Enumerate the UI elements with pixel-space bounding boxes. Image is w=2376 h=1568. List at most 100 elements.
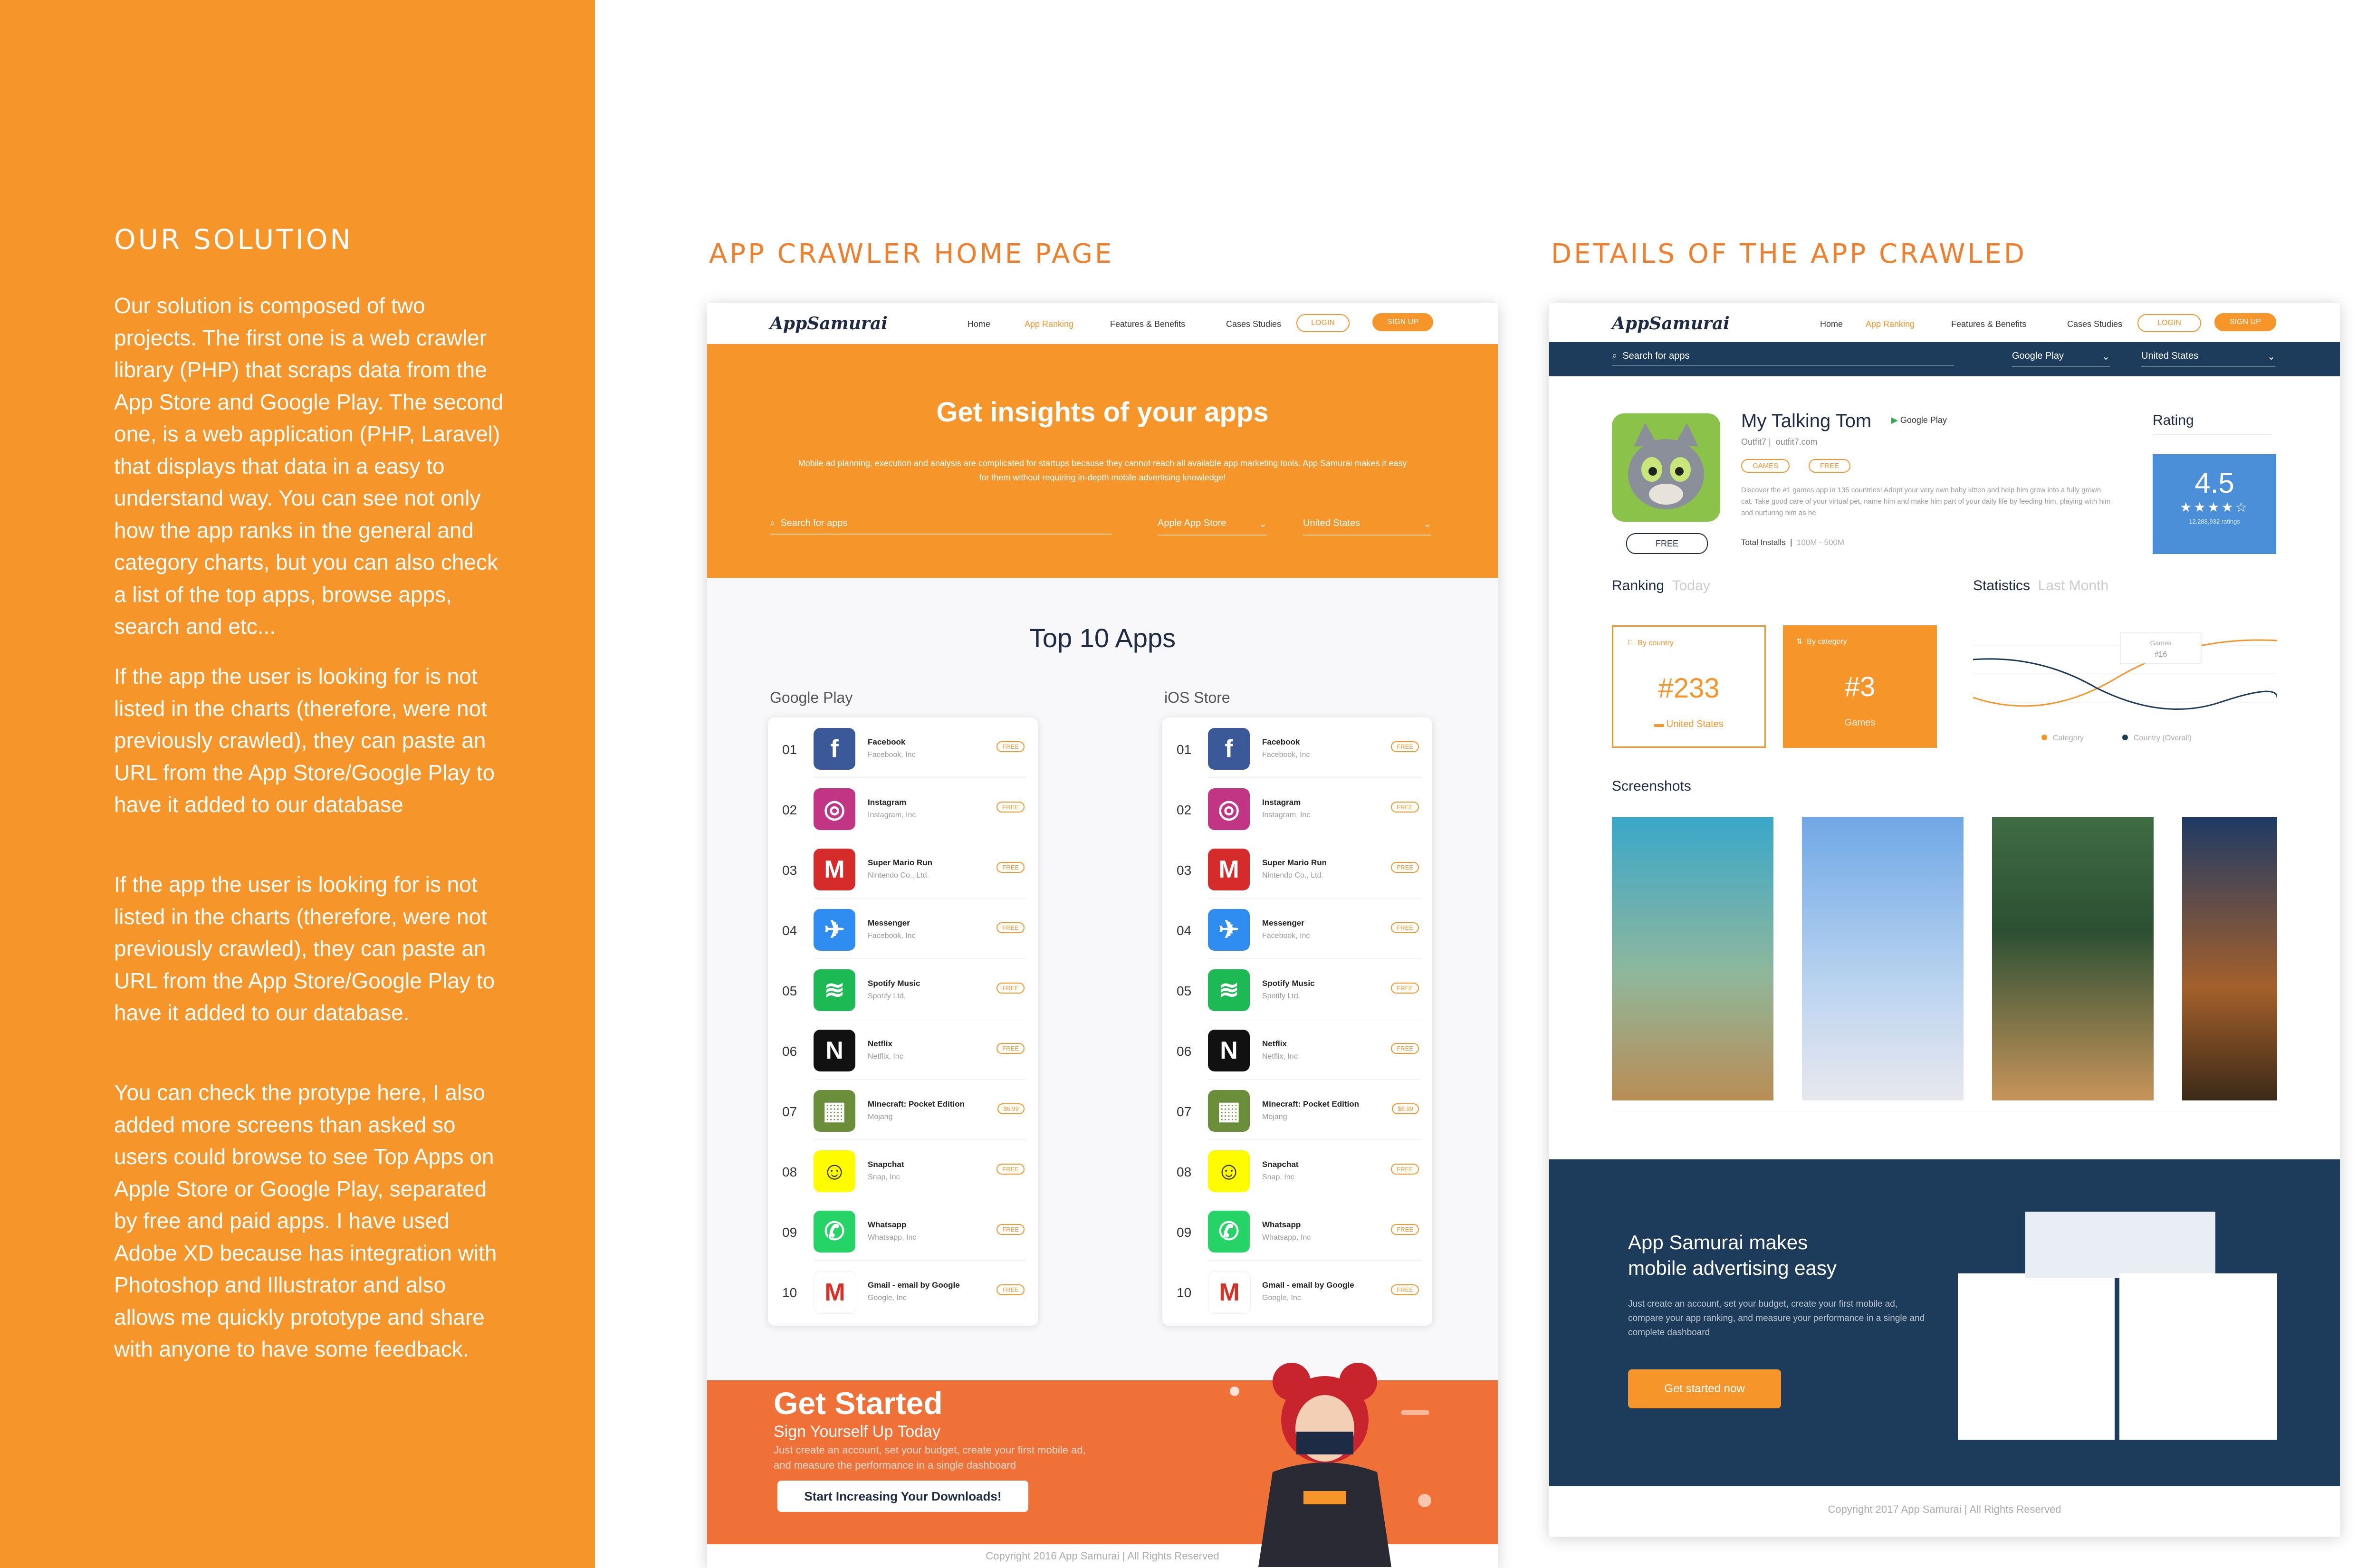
rank-number: 07: [782, 1104, 797, 1119]
details-store-select[interactable]: Google Play ⌄: [2012, 351, 2110, 367]
list-item[interactable]: 06 N Netflix Netflix, Inc FREE: [1162, 1019, 1432, 1080]
app-name: Messenger: [868, 918, 910, 927]
list-item[interactable]: 06 N Netflix Netflix, Inc FREE: [768, 1019, 1038, 1080]
app-name: Snapchat: [1262, 1160, 1299, 1169]
get-started-button[interactable]: Start Increasing Your Downloads!: [777, 1481, 1028, 1512]
hero-title: Get insights of your apps: [936, 397, 1269, 428]
list-item[interactable]: 09 ✆ Whatsapp Whatsapp, Inc FREE: [1162, 1200, 1432, 1261]
details-nav-home[interactable]: Home: [1820, 319, 1843, 329]
price-badge: FREE: [1391, 802, 1419, 813]
app-name: Spotify Music: [1262, 979, 1315, 988]
home-nav-home[interactable]: Home: [968, 319, 990, 329]
list-item[interactable]: 02 ◎ Instagram Instagram, Inc FREE: [1162, 778, 1432, 838]
app-developer: Facebook, Inc: [868, 932, 916, 940]
tag-free[interactable]: FREE: [1809, 459, 1851, 473]
app-name: Minecraft: Pocket Edition: [868, 1100, 965, 1109]
developer-website[interactable]: outfit7.com: [1776, 437, 1818, 447]
details-nav-app-ranking[interactable]: App Ranking: [1866, 319, 1915, 329]
home-nav-features[interactable]: Features & Benefits: [1110, 319, 1185, 329]
details-store-select-value: Google Play: [2012, 351, 2064, 361]
list-item[interactable]: 05 ≋ Spotify Music Spotify Ltd. FREE: [1162, 959, 1432, 1019]
rank-number: 10: [782, 1285, 797, 1300]
home-nav-cases[interactable]: Cases Studies: [1226, 319, 1281, 329]
price-badge: FREE: [1391, 1224, 1419, 1235]
by-country-value: #233: [1658, 673, 1720, 704]
price-badge: FREE: [996, 983, 1025, 994]
list-item[interactable]: 07 ▦ Minecraft: Pocket Edition Mojang $6.99: [768, 1080, 1038, 1140]
price-badge: FREE: [996, 1284, 1025, 1295]
list-item[interactable]: 08 ☺ Snapchat Snap, Inc FREE: [768, 1140, 1038, 1200]
tag-games[interactable]: GAMES: [1741, 459, 1790, 473]
list-item[interactable]: 04 ✈ Messenger Facebook, Inc FREE: [768, 899, 1038, 959]
app-name: Super Mario Run: [868, 858, 933, 867]
promo-get-started-button[interactable]: Get started now: [1628, 1369, 1781, 1408]
solution-paragraph-4: You can check the protype here, I also a…: [114, 1080, 497, 1361]
price-badge: FREE: [996, 922, 1025, 933]
statistics-period[interactable]: Last Month: [2038, 578, 2108, 593]
details-nav-features[interactable]: Features & Benefits: [1951, 319, 2026, 329]
app-icon: ☺: [814, 1150, 855, 1192]
app-free-button[interactable]: FREE: [1626, 533, 1708, 554]
rank-number: 06: [1177, 1044, 1192, 1059]
app-name: My Talking Tom: [1741, 411, 1872, 431]
screenshot-4[interactable]: [2182, 817, 2277, 1100]
list-item[interactable]: 09 ✆ Whatsapp Whatsapp, Inc FREE: [768, 1200, 1038, 1261]
list-item[interactable]: 01 f Facebook Facebook, Inc FREE: [1162, 717, 1432, 778]
details-search-input[interactable]: ⌕ Search for apps: [1612, 351, 1954, 366]
app-icon: ≋: [1208, 969, 1250, 1011]
home-signup-button[interactable]: SIGN UP: [1372, 313, 1433, 331]
list-item[interactable]: 10 M Gmail - email by Google Google, Inc FRE…: [1162, 1261, 1432, 1321]
by-country-card[interactable]: ⚐ By country #233 ▬ United States: [1612, 625, 1766, 748]
by-country-sub-text: United States: [1666, 719, 1724, 729]
home-store-select[interactable]: Apple App Store ⌄: [1158, 518, 1267, 535]
legend-country: Country (Overall): [2134, 734, 2192, 742]
rank-number: 03: [782, 863, 797, 878]
google-play-label: Google Play: [770, 689, 853, 706]
screenshot-2[interactable]: [1802, 817, 1964, 1100]
price-badge: FREE: [1391, 1284, 1419, 1295]
details-logo[interactable]: AppSamurai: [1612, 314, 1730, 334]
screenshot-1[interactable]: [1612, 817, 1773, 1100]
rank-number: 07: [1177, 1104, 1192, 1119]
home-nav-app-ranking[interactable]: App Ranking: [1025, 319, 1073, 329]
chevron-down-icon: ⌄: [2267, 352, 2275, 362]
app-icon: ✆: [814, 1211, 855, 1252]
home-country-select[interactable]: United States ⌄: [1303, 518, 1431, 535]
rank-number: 09: [782, 1225, 797, 1240]
list-item[interactable]: 03 M Super Mario Run Nintendo Co., Ltd. FREE: [768, 838, 1038, 899]
app-description: Discover the #1 games app in 135 countri…: [1741, 486, 2111, 517]
list-item[interactable]: 03 M Super Mario Run Nintendo Co., Ltd. FREE: [1162, 838, 1432, 899]
home-country-select-value: United States: [1303, 518, 1360, 528]
app-developer: Netflix, Inc: [1262, 1052, 1298, 1061]
list-item[interactable]: 01 f Facebook Facebook, Inc FREE: [768, 717, 1038, 778]
list-item[interactable]: 07 ▦ Minecraft: Pocket Edition Mojang $6.99: [1162, 1080, 1432, 1140]
home-logo[interactable]: AppSamurai: [770, 314, 888, 334]
details-nav-cases[interactable]: Cases Studies: [2067, 319, 2122, 329]
search-icon: ⌕: [1612, 351, 1618, 361]
google-play-badge[interactable]: ▶ Google Play: [1891, 415, 1947, 425]
by-category-sub: Games: [1844, 717, 1876, 728]
list-item[interactable]: 08 ☺ Snapchat Snap, Inc FREE: [1162, 1140, 1432, 1200]
details-login-button[interactable]: LOGIN: [2137, 314, 2201, 332]
app-icon: N: [1208, 1030, 1250, 1071]
list-item[interactable]: 04 ✈ Messenger Facebook, Inc FREE: [1162, 899, 1432, 959]
app-developer: Facebook, Inc: [1262, 751, 1310, 759]
app-name: Netflix: [1262, 1039, 1287, 1048]
ios-store-label: iOS Store: [1164, 689, 1230, 706]
by-category-label-text: By category: [1807, 638, 1847, 646]
ranking-period[interactable]: Today: [1672, 578, 1710, 593]
screenshot-3[interactable]: [1992, 817, 2154, 1100]
by-category-card[interactable]: ⇅ By category #3 Games: [1783, 625, 1937, 748]
home-search-input[interactable]: ⌕ Search for apps: [770, 518, 1112, 535]
series-line-country: [1973, 658, 2277, 710]
details-signup-button[interactable]: SIGN UP: [2214, 313, 2276, 331]
price-badge: FREE: [996, 1164, 1025, 1175]
list-item[interactable]: 10 M Gmail - email by Google Google, Inc FRE…: [768, 1261, 1038, 1321]
list-item[interactable]: 02 ◎ Instagram Instagram, Inc FREE: [768, 778, 1038, 838]
details-country-select[interactable]: United States ⌄: [2141, 351, 2275, 367]
app-icon: ≋: [814, 969, 855, 1011]
details-copyright: Copyright 2017 App Samurai | All Rights …: [1828, 1503, 2061, 1515]
home-login-button[interactable]: LOGIN: [1296, 314, 1350, 332]
app-icon: ▦: [1208, 1090, 1250, 1132]
list-item[interactable]: 05 ≋ Spotify Music Spotify Ltd. FREE: [768, 959, 1038, 1019]
